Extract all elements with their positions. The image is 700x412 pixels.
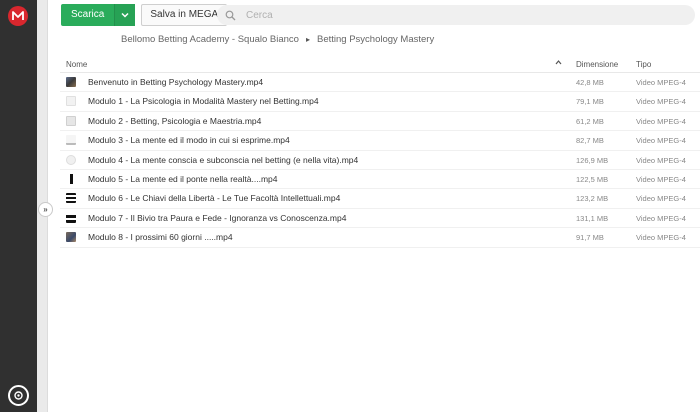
video-thumbnail-icon	[66, 77, 76, 87]
file-name: Modulo 6 - Le Chiavi della Libertà - Le …	[88, 193, 341, 204]
file-name: Modulo 5 - La mente ed il ponte nella re…	[88, 173, 278, 184]
search-bar[interactable]	[217, 5, 695, 25]
video-thumbnail-icon	[66, 135, 76, 146]
file-type: Video MPEG-4	[636, 116, 686, 126]
file-table: Nome Dimensione Tipo Benvenuto in Bettin…	[60, 56, 700, 248]
file-name: Modulo 1 - La Psicologia in Modalità Mas…	[88, 96, 319, 107]
file-size: 91,7 MB	[576, 233, 604, 243]
table-row[interactable]: Modulo 3 - La mente ed il modo in cui si…	[60, 131, 700, 151]
file-size: 61,2 MB	[576, 116, 604, 126]
toolbar: Scarica Salva in MEGA	[61, 4, 228, 26]
file-name: Modulo 7 - Il Bivio tra Paura e Fede - I…	[88, 212, 347, 223]
file-name: Modulo 2 - Betting, Psicologia e Maestri…	[88, 115, 262, 126]
file-size: 79,1 MB	[576, 97, 604, 107]
column-header-size[interactable]: Dimensione	[576, 60, 618, 69]
search-input[interactable]	[246, 9, 666, 21]
file-size: 42,8 MB	[576, 78, 604, 87]
table-row[interactable]: Modulo 8 - I prossimi 60 giorni .....mp4…	[60, 228, 700, 248]
file-size: 122,5 MB	[576, 174, 609, 184]
table-row[interactable]: Benvenuto in Betting Psychology Mastery.…	[60, 73, 700, 93]
table-row[interactable]: Modulo 7 - Il Bivio tra Paura e Fede - I…	[60, 209, 700, 229]
file-type: Video MPEG-4	[636, 233, 686, 243]
table-row[interactable]: Modulo 1 - La Psicologia in Modalità Mas…	[60, 92, 700, 112]
chevron-down-icon[interactable]	[115, 4, 136, 26]
file-name: Modulo 4 - La mente conscia e subconscia…	[88, 154, 359, 165]
table-row[interactable]: Modulo 2 - Betting, Psicologia e Maestri…	[60, 112, 700, 132]
file-name: Modulo 8 - I prossimi 60 giorni .....mp4	[88, 232, 233, 243]
sort-up-icon[interactable]	[555, 59, 562, 68]
file-type: Video MPEG-4	[636, 194, 686, 204]
video-thumbnail-icon	[66, 173, 76, 184]
expand-sidebar-icon[interactable]: »	[38, 202, 53, 217]
table-row[interactable]: Modulo 6 - Le Chiavi della Libertà - Le …	[60, 189, 700, 209]
file-size: 82,7 MB	[576, 136, 604, 146]
breadcrumb: Bellomo Betting Academy - Squalo Bianco …	[121, 34, 434, 45]
table-row[interactable]: Modulo 5 - La mente ed il ponte nella re…	[60, 170, 700, 190]
search-icon	[225, 10, 236, 20]
chevron-right-icon: ▸	[305, 35, 310, 44]
breadcrumb-parent[interactable]: Bellomo Betting Academy - Squalo Bianco	[121, 34, 299, 45]
download-button-label: Scarica	[61, 4, 116, 26]
video-thumbnail-icon	[66, 212, 76, 223]
video-thumbnail-icon	[66, 115, 76, 126]
video-thumbnail-icon	[66, 96, 76, 107]
file-type: Video MPEG-4	[636, 78, 686, 87]
left-sidebar	[0, 0, 37, 412]
file-size: 123,2 MB	[576, 194, 609, 204]
save-to-mega-button[interactable]: Salva in MEGA	[141, 4, 228, 26]
file-type: Video MPEG-4	[636, 136, 686, 146]
column-header-type[interactable]: Tipo	[636, 60, 651, 69]
file-type: Video MPEG-4	[636, 174, 686, 184]
table-row[interactable]: Modulo 4 - La mente conscia e subconscia…	[60, 151, 700, 170]
breadcrumb-current: Betting Psychology Mastery	[316, 34, 435, 45]
table-header: Nome Dimensione Tipo	[60, 56, 700, 73]
file-size: 131,1 MB	[576, 213, 609, 223]
file-type: Video MPEG-4	[636, 97, 686, 107]
settings-icon[interactable]	[8, 385, 29, 406]
column-header-name[interactable]: Nome	[66, 60, 87, 69]
mega-logo-icon[interactable]	[8, 6, 28, 26]
video-thumbnail-icon	[66, 193, 76, 204]
file-name: Modulo 3 - La mente ed il modo in cui si…	[88, 135, 290, 146]
video-thumbnail-icon	[66, 232, 76, 243]
video-thumbnail-icon	[66, 154, 76, 165]
file-name: Benvenuto in Betting Psychology Mastery.…	[88, 77, 264, 87]
file-type: Video MPEG-4	[636, 155, 686, 165]
file-size: 126,9 MB	[576, 155, 609, 165]
file-type: Video MPEG-4	[636, 213, 686, 223]
download-button[interactable]: Scarica	[61, 4, 136, 26]
